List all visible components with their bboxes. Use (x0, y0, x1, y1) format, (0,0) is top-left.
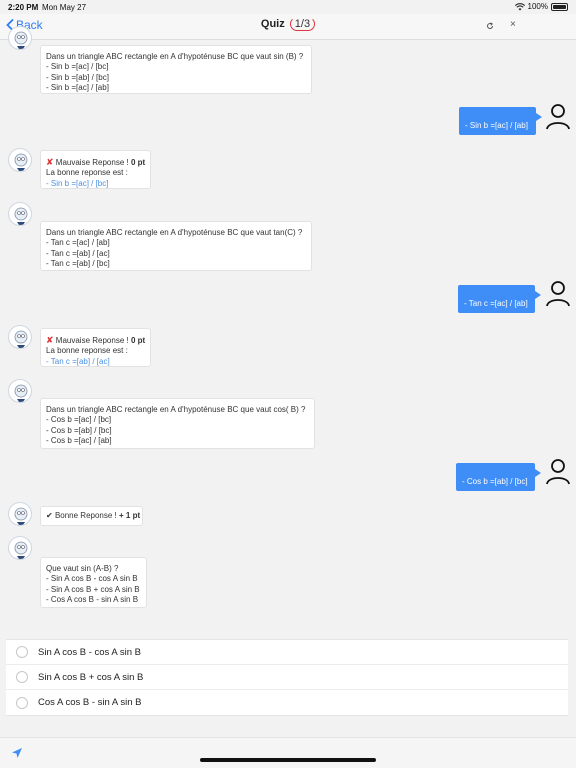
feedback-label: La bonne reponse est : (46, 168, 128, 178)
title-text: Quiz (260, 18, 285, 30)
battery-percent: 100% (527, 2, 548, 11)
teacher-icon (14, 541, 28, 559)
bot-feedback-bubble: ✘ Mauvaise Reponse ! 0 pt La bonne repon… (40, 150, 151, 189)
chat-area: Dans un triangle ABC rectangle en A d'hy… (0, 26, 576, 635)
choice-option[interactable]: Sin A cos B + cos A sin B (6, 665, 568, 690)
correct-answer: - Tan c =[ab] / [ac] (46, 356, 110, 366)
bot-avatar (8, 325, 32, 349)
user-answer-bubble: - Tan c =[ac] / [ab] (458, 285, 541, 313)
question-text: Dans un triangle ABC rectangle en A d'hy… (46, 405, 306, 414)
answer-choices: Sin A cos B - cos A sin B Sin A cos B + … (6, 639, 568, 716)
status-date: Mon May 27 (42, 3, 87, 12)
user-icon (546, 459, 570, 485)
choice-option[interactable]: Sin A cos B - cos A sin B (6, 640, 568, 665)
option-text: - Tan c =[ab] / [ac] (46, 248, 110, 258)
option-text: - Tan c =[ab] / [bc] (46, 259, 110, 269)
user-answer-text: - Sin b =[ac] / [ab] (465, 121, 528, 130)
feedback-points: + 1 pt (119, 511, 141, 520)
user-icon (546, 104, 570, 130)
wifi-icon (514, 2, 525, 10)
send-icon[interactable] (11, 747, 23, 759)
choice-label: Sin A cos B + cos A sin B (38, 671, 144, 683)
feedback-label: La bonne reponse est : (46, 346, 128, 356)
question-text: Dans un triangle ABC rectangle en A d'hy… (46, 228, 303, 237)
question-text: Dans un triangle ABC rectangle en A d'hy… (46, 52, 304, 61)
correct-icon: ✔ (46, 511, 53, 520)
feedback-status: Mauvaise Reponse ! (55, 336, 129, 345)
close-icon[interactable]: × (510, 19, 516, 30)
bot-avatar (8, 148, 32, 172)
teacher-icon (14, 507, 28, 525)
bot-avatar (8, 379, 32, 403)
bot-avatar (8, 502, 32, 526)
option-text: - Sin A cos B + cos A sin B (46, 584, 140, 594)
bot-question-bubble: Dans un triangle ABC rectangle en A d'hy… (40, 45, 312, 94)
bot-avatar (8, 202, 32, 226)
option-text: - Cos b =[ab] / [bc] (46, 425, 112, 435)
option-text: - Tan c =[ac] / [ab] (46, 238, 110, 248)
choice-label: Cos A cos B - sin A sin B (38, 697, 142, 708)
question-counter: 1/3 (289, 17, 316, 31)
question-text: Que vaut sin (A-B) ? (46, 564, 119, 573)
option-text: - Sin b =[ab] / [bc] (46, 72, 109, 82)
correct-answer: - Sin b =[ac] / [bc] (46, 178, 109, 188)
option-text: - Cos b =[ac] / [ab] (46, 436, 112, 446)
user-answer-bubble: - Sin b =[ac] / [ab] (459, 107, 542, 135)
radio-button[interactable] (16, 646, 28, 658)
feedback-points: 0 pt (130, 158, 146, 167)
bot-avatar (8, 536, 32, 560)
user-answer-text: - Cos b =[ab] / [bc] (462, 477, 528, 486)
choice-option[interactable]: Cos A cos B - sin A sin B (6, 690, 568, 715)
teacher-icon (14, 207, 28, 225)
user-answer-bubble: - Cos b =[ab] / [bc] (456, 463, 541, 491)
status-time: 2:20 PM (8, 3, 39, 12)
option-text: - Cos A cos B - sin A sin B (46, 595, 139, 605)
wrong-icon: ✘ (46, 335, 54, 345)
status-bar: 2:20 PM Mon May 27 100% (0, 0, 576, 14)
bot-question-bubble: Que vaut sin (A-B) ? - Sin A cos B - cos… (40, 557, 147, 608)
teacher-icon (14, 384, 28, 402)
home-indicator (200, 758, 376, 762)
choice-label: Sin A cos B - cos A sin B (38, 646, 141, 658)
bot-question-bubble: Dans un triangle ABC rectangle en A d'hy… (40, 221, 312, 271)
user-answer-text: - Tan c =[ac] / [ab] (464, 299, 528, 308)
status-right: 100% (514, 2, 568, 11)
bottom-bar (0, 737, 576, 768)
bot-question-bubble: Dans un triangle ABC rectangle en A d'hy… (40, 398, 315, 449)
radio-button[interactable] (16, 671, 28, 683)
option-text: - Sin b =[ac] / [ab] (46, 83, 109, 93)
user-icon (546, 281, 570, 307)
radio-button[interactable] (16, 696, 28, 709)
option-text: - Cos b =[ac] / [bc] (46, 415, 112, 425)
bot-avatar (8, 26, 32, 50)
wrong-icon: ✘ (46, 157, 54, 167)
feedback-points: 0 pt (130, 336, 146, 345)
option-text: - Sin A cos B - cos A sin B (46, 574, 138, 584)
bot-result-bubble: ✔ Bonne Reponse ! + 1 pt (40, 506, 143, 526)
refresh-icon[interactable] (486, 22, 494, 30)
option-text: - Sin b =[ac] / [bc] (46, 62, 109, 72)
nav-bar: Back Quiz 1/3 × (0, 14, 576, 40)
bot-feedback-bubble: ✘ Mauvaise Reponse ! 0 pt La bonne repon… (40, 328, 151, 367)
teacher-icon (14, 153, 28, 171)
feedback-status: Mauvaise Reponse ! (55, 158, 129, 167)
feedback-status: Bonne Reponse ! (54, 511, 117, 520)
teacher-icon (14, 31, 28, 49)
teacher-icon (14, 330, 28, 348)
battery-icon (551, 2, 568, 11)
